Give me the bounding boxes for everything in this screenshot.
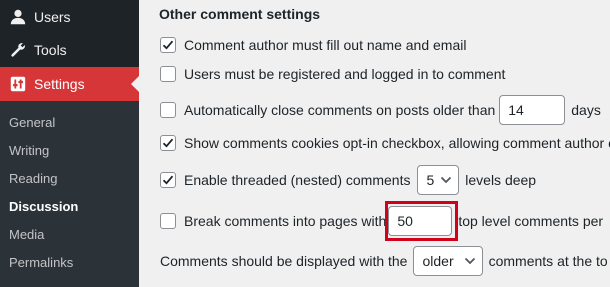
settings-submenu: General Writing Reading Discussion Media… bbox=[0, 101, 139, 287]
default-page-value: older bbox=[422, 253, 454, 269]
users-icon bbox=[0, 8, 36, 26]
highlight-box bbox=[385, 201, 458, 241]
menu-item-users[interactable]: Users bbox=[0, 0, 139, 34]
comments-per-page-label: top level comments per bbox=[458, 213, 604, 229]
registration-required-row: Users must be registered and logged in t… bbox=[160, 66, 505, 82]
chevron-down-icon bbox=[464, 257, 475, 265]
submenu-item-general[interactable]: General bbox=[9, 115, 55, 130]
thread-comments-row: Enable threaded (nested) comments 5 leve… bbox=[160, 165, 536, 195]
menu-item-settings[interactable]: Settings bbox=[0, 67, 139, 101]
thread-comments-checkbox[interactable] bbox=[160, 172, 176, 188]
settings-main: Other comment settings Comment author mu… bbox=[139, 0, 610, 287]
close-comments-row: Automatically close comments on posts ol… bbox=[160, 95, 601, 125]
checkmark-icon bbox=[162, 175, 174, 185]
close-comments-label: Automatically close comments on posts ol… bbox=[184, 102, 496, 118]
menu-item-tools-label: Tools bbox=[34, 42, 67, 58]
close-comments-days-input[interactable] bbox=[499, 95, 566, 125]
registration-required-label: Users must be registered and logged in t… bbox=[184, 66, 506, 82]
registration-required-checkbox[interactable] bbox=[160, 66, 176, 82]
thread-depth-value: 5 bbox=[426, 172, 435, 188]
cookies-opt-in-checkbox[interactable] bbox=[160, 135, 176, 151]
close-comments-days-label: days bbox=[571, 102, 601, 118]
default-page-row: Comments should be displayed with the ol… bbox=[160, 246, 608, 276]
menu-item-users-label: Users bbox=[34, 9, 71, 25]
thread-depth-label: levels deep bbox=[465, 172, 537, 188]
cookies-opt-in-row: Show comments cookies opt-in checkbox, a… bbox=[160, 135, 610, 151]
submenu-item-media[interactable]: Media bbox=[9, 227, 44, 242]
menu-item-settings-label: Settings bbox=[34, 76, 85, 92]
default-page-select[interactable]: older bbox=[413, 246, 483, 276]
admin-sidebar: Users Tools Settings General Writing Rea… bbox=[0, 0, 139, 287]
page-comments-row: Break comments into pages with top level… bbox=[160, 206, 603, 236]
submenu-item-writing[interactable]: Writing bbox=[9, 143, 49, 158]
default-page-label: Comments should be displayed with the bbox=[160, 253, 408, 269]
section-title: Other comment settings bbox=[159, 6, 321, 22]
page-comments-label: Break comments into pages with bbox=[184, 213, 387, 229]
checkmark-icon bbox=[162, 138, 174, 148]
thread-comments-label: Enable threaded (nested) comments bbox=[184, 172, 411, 188]
wrench-icon bbox=[0, 41, 36, 59]
chevron-down-icon bbox=[441, 176, 452, 184]
thread-depth-select[interactable]: 5 bbox=[417, 165, 460, 195]
submenu-item-discussion[interactable]: Discussion bbox=[9, 199, 78, 214]
cookies-opt-in-label: Show comments cookies opt-in checkbox, a… bbox=[184, 135, 610, 151]
checkmark-icon bbox=[162, 40, 174, 50]
menu-item-tools[interactable]: Tools bbox=[0, 33, 139, 67]
submenu-item-permalinks[interactable]: Permalinks bbox=[9, 255, 73, 270]
submenu-item-reading[interactable]: Reading bbox=[9, 171, 57, 186]
require-name-email-checkbox[interactable] bbox=[160, 37, 176, 53]
close-comments-checkbox[interactable] bbox=[160, 102, 176, 118]
require-name-email-row: Comment author must fill out name and em… bbox=[160, 37, 466, 53]
page-comments-checkbox[interactable] bbox=[160, 213, 176, 229]
settings-sliders-icon bbox=[0, 75, 36, 93]
default-page-suffix-label: comments at the to bbox=[488, 253, 608, 269]
require-name-email-label: Comment author must fill out name and em… bbox=[184, 37, 467, 53]
